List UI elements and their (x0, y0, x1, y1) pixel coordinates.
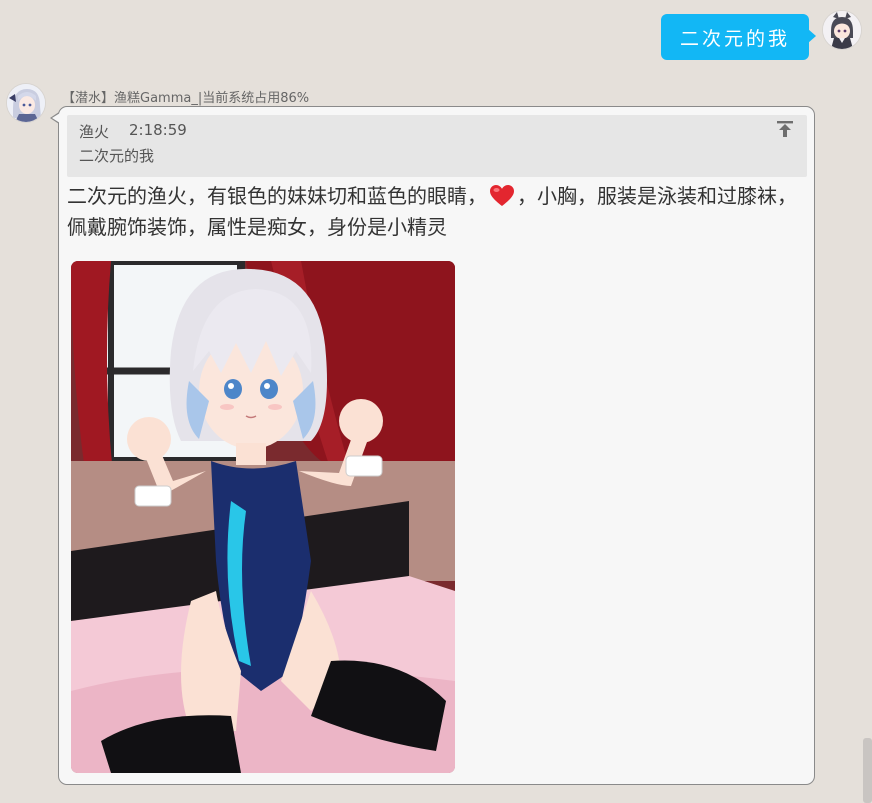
message-text: 二次元的渔火，有银色的妹妹切和蓝色的眼睛， ，小胸，服装是泳装和过膝袜，佩戴腕饰… (67, 181, 812, 243)
quote-text: 二次元的我 (79, 147, 155, 165)
sender-avatar[interactable] (7, 84, 45, 122)
sender-name: 【潜水】渔糕Gamma_|当前系统占用86% (62, 91, 310, 106)
outgoing-message-text: 二次元的我 (679, 27, 790, 50)
message-text-part-1: 二次元的渔火，有银色的妹妹切和蓝色的眼睛， (67, 184, 487, 208)
quote-time: 2:18:59 (129, 121, 187, 139)
quote-author: 渔火 (79, 123, 110, 141)
my-avatar[interactable] (823, 11, 861, 49)
arrow-to-top-icon[interactable] (775, 119, 795, 139)
heart-icon (490, 185, 514, 206)
anime-illustration (71, 261, 455, 773)
reply-quote[interactable]: 渔火 2:18:59 二次元的我 (67, 115, 807, 177)
scrollbar[interactable] (863, 738, 872, 803)
incoming-message-bubble[interactable]: 渔火 2:18:59 二次元的我 二次元的渔火，有银色的妹妹切和蓝色的眼睛， ，… (50, 106, 815, 785)
anime-avatar-icon (823, 11, 861, 49)
outgoing-message-bubble[interactable]: 二次元的我 (661, 14, 816, 60)
anime-avatar-icon (7, 84, 45, 122)
anime-illustration-image[interactable] (71, 261, 455, 773)
